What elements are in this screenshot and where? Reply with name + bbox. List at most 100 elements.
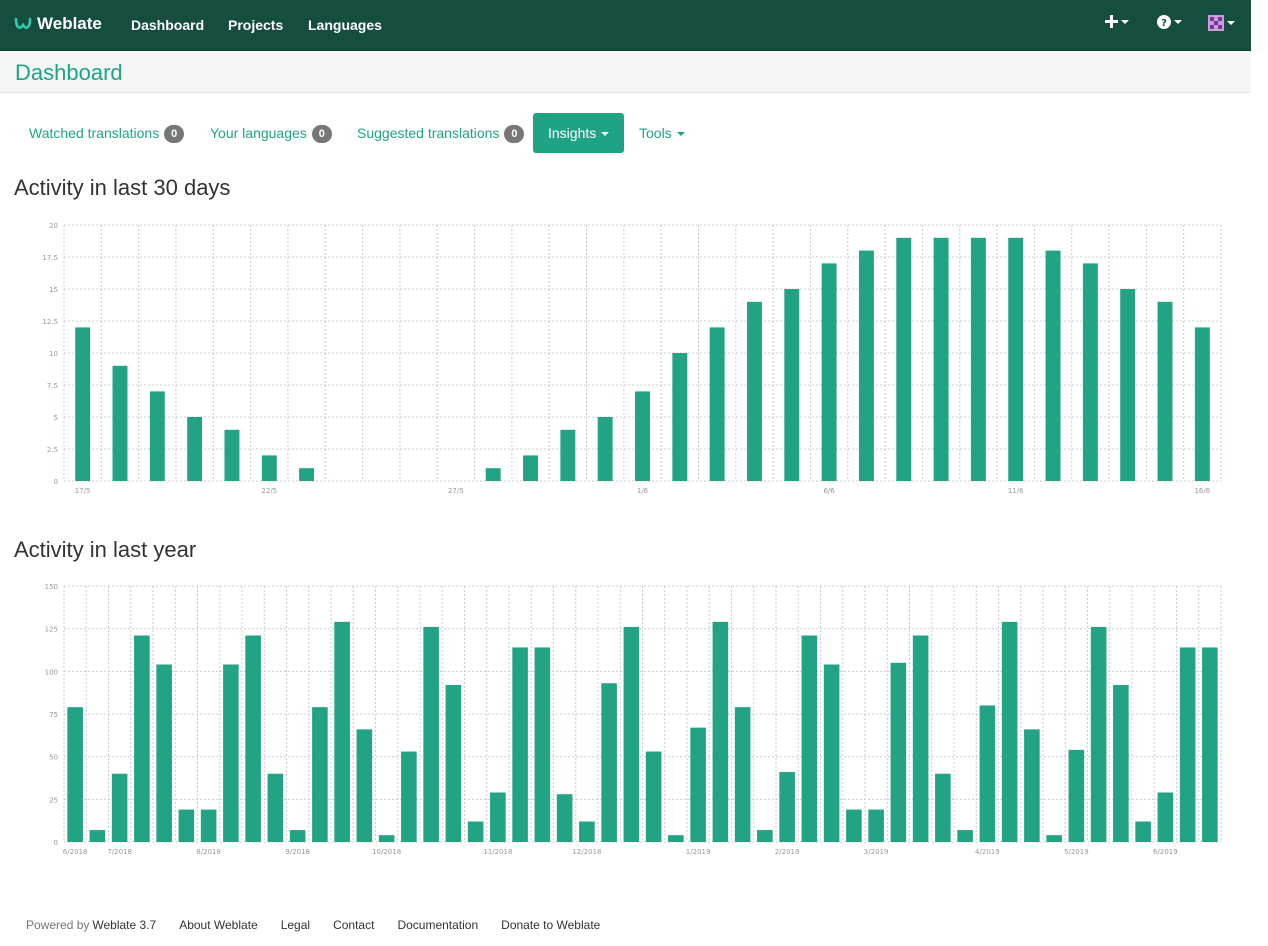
bar [560,429,576,481]
bar [912,635,929,842]
help-menu[interactable]: ? [1157,15,1182,29]
bar [534,647,551,842]
bar [523,455,538,481]
bar [858,250,874,481]
x-tick-label: 5/2019 [1064,848,1089,856]
x-tick-label: 16/6 [1194,487,1210,495]
footer-contact-link[interactable]: Contact [333,918,374,932]
bar [623,626,640,842]
bar [823,664,840,842]
y-tick-label: 12.5 [42,318,58,326]
bar [312,707,328,842]
bar [289,830,306,842]
bar [957,830,973,842]
bar [356,729,373,842]
nav-languages[interactable]: Languages [308,17,382,33]
yearly-activity-heading: Activity in last year [14,537,197,562]
tab-insights[interactable]: Insights [533,113,625,153]
tab-label: Your languages [210,125,307,141]
bar [401,751,417,842]
bar [299,468,315,481]
tab-label: Watched translations [29,125,160,141]
bar [668,835,684,842]
weblate-version-link[interactable]: Weblate 3.7 [92,918,156,932]
bar [601,683,617,842]
count-badge: 0 [504,125,525,144]
bar [784,289,800,481]
bar [1157,792,1174,842]
bar [134,635,150,842]
y-tick-label: 10 [49,350,58,358]
monthly-activity-chart: 0 2.5 5 7.5 10 12.5 15 17.5 20 17/5 22/5 27/5 1/6 6/6… [40,216,1230,500]
y-tick-label: 17.5 [42,254,58,262]
y-tick-label: 25 [49,796,58,804]
tab-label: Tools [639,125,672,141]
count-badge: 0 [164,125,185,144]
x-tick-label: 27/5 [448,487,464,495]
nav-projects[interactable]: Projects [228,17,283,33]
bar [779,772,795,842]
bar [1001,621,1018,842]
bar [512,647,528,842]
y-tick-label: 50 [49,754,58,762]
bar [846,809,862,842]
y-tick-label: 150 [45,583,58,591]
bar [112,365,128,481]
bar [224,429,240,481]
bar [485,468,501,481]
x-tick-label: 6/2018 [63,848,88,856]
tab-tools[interactable]: Tools [639,113,685,153]
bar [579,821,595,842]
bar [868,809,884,842]
x-tick-label: 12/2018 [572,848,601,856]
monthly-activity-heading: Activity in last 30 days [14,175,231,200]
y-tick-label: 20 [49,222,58,230]
bar [1024,729,1040,842]
chevron-down-icon [601,132,610,137]
x-tick-label: 10/2018 [372,848,401,856]
brand-logo[interactable]: Weblate [14,14,102,34]
bar [821,263,837,481]
bar [935,773,951,842]
nav-dashboard[interactable]: Dashboard [131,17,204,33]
y-tick-label: 0 [54,478,58,486]
bar [467,821,484,842]
tab-watched-translations[interactable]: Watched translations 0 [29,113,185,153]
footer-legal-link[interactable]: Legal [281,918,310,932]
weblate-logo-icon [14,17,32,29]
plus-icon [1105,15,1118,28]
footer-about-link[interactable]: About Weblate [179,918,258,932]
x-tick-label: 3/2019 [864,848,889,856]
powered-by-text: Powered by [26,918,90,932]
bar [178,809,195,842]
footer-documentation-link[interactable]: Documentation [397,918,478,932]
bar [1068,749,1085,842]
bar [712,621,729,842]
bar [261,455,277,481]
y-tick-label: 7.5 [47,382,58,390]
x-tick-label: 22/5 [261,487,277,495]
x-tick-label: 7/2018 [107,848,132,856]
bar [970,237,986,481]
user-menu[interactable] [1208,15,1235,31]
bar [423,626,439,842]
bar [75,327,91,481]
x-tick-label: 6/2019 [1153,848,1178,856]
tab-your-languages[interactable]: Your languages 0 [210,113,332,153]
tab-label: Insights [548,125,597,141]
chevron-down-icon [1121,19,1129,24]
add-menu[interactable] [1105,15,1129,28]
y-tick-label: 75 [49,711,58,719]
footer-donate-link[interactable]: Donate to Weblate [501,918,600,932]
top-navbar: Weblate Dashboard Projects Languages ? [0,0,1251,51]
y-tick-label: 15 [49,286,58,294]
bar [747,301,762,481]
page-title: Dashboard [15,60,123,85]
chevron-down-icon [1174,20,1182,24]
bar [1008,237,1024,481]
yearly-activity-chart: 0 25 50 75 100 125 150 6/2018 7/2018 8/2018 9/2018… [40,578,1230,862]
x-tick-label: 9/2018 [285,848,310,856]
tab-suggested-translations[interactable]: Suggested translations 0 [357,113,525,153]
tab-label: Suggested translations [357,125,500,141]
y-tick-label: 2.5 [47,446,58,454]
